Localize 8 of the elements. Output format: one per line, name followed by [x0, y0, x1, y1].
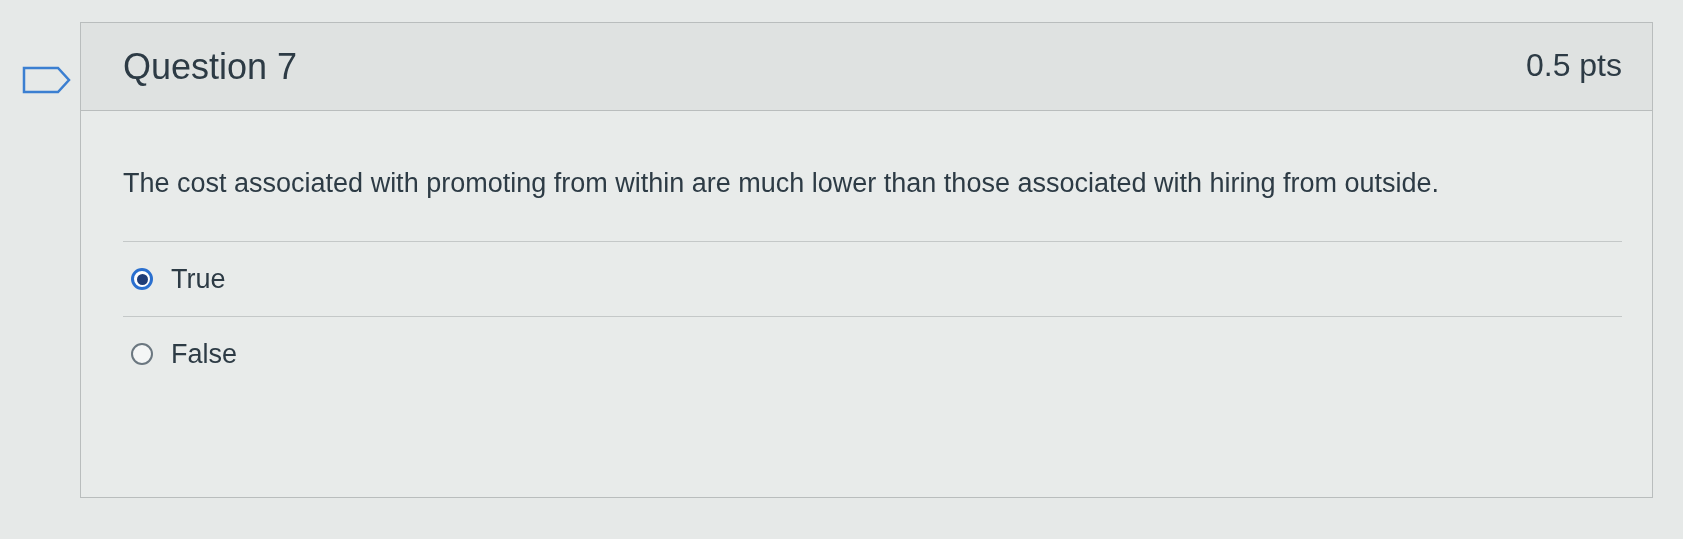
question-points: 0.5 pts	[1525, 47, 1622, 84]
answer-option[interactable]: False	[123, 317, 1622, 391]
question-title: Question 7	[123, 45, 298, 88]
answer-option[interactable]: True	[123, 242, 1622, 317]
radio-button[interactable]	[131, 343, 153, 365]
radio-button[interactable]	[131, 268, 153, 290]
bookmark-icon[interactable]	[22, 66, 72, 94]
question-text: The cost associated with promoting from within are much lower than those associated with hiring from outside.	[123, 167, 1441, 200]
